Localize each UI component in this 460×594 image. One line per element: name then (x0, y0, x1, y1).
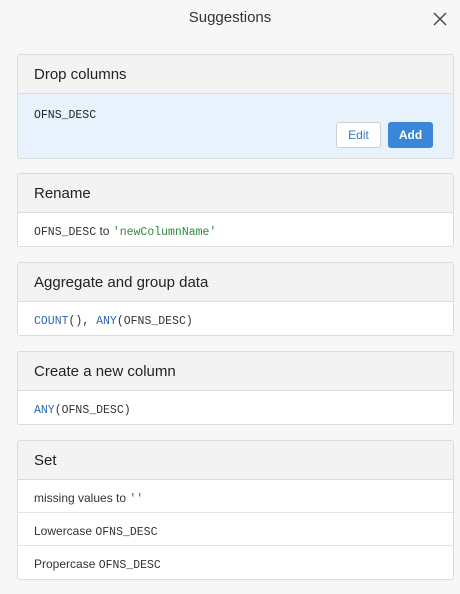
panel-title: Suggestions (188, 9, 272, 26)
panel-header: Suggestions (0, 0, 460, 38)
suggestion-row[interactable]: OFNS_DESC to 'newColumnName' (18, 213, 453, 246)
function-args: (OFNS_DESC) (54, 404, 131, 417)
function-name: ANY (96, 315, 117, 328)
suggestion-row[interactable]: Propercase OFNS_DESC (18, 546, 453, 579)
suggestion-card-set: Set missing values to '' Lowercase OFNS_… (17, 440, 454, 580)
suggestion-row[interactable]: ANY(OFNS_DESC) (18, 391, 453, 424)
suggestion-text: Lowercase (34, 524, 96, 538)
function-name: ANY (34, 404, 55, 417)
function-args: (OFNS_DESC) (116, 315, 193, 328)
selected-suggestion[interactable]: OFNS_DESC Edit Add (18, 94, 453, 158)
function-args: (), (68, 315, 97, 328)
suggestion-card-rename: Rename OFNS_DESC to 'newColumnName' (17, 173, 454, 247)
suggestion-text: missing values to (34, 491, 130, 505)
suggestion-card-create-column: Create a new column ANY(OFNS_DESC) (17, 351, 454, 425)
suggestion-card-aggregate: Aggregate and group data COUNT(), ANY(OF… (17, 262, 454, 336)
edit-button[interactable]: Edit (336, 122, 381, 148)
new-column-name: 'newColumnName' (112, 226, 217, 239)
close-icon[interactable] (432, 11, 448, 27)
card-title: Set (18, 441, 453, 480)
column-name: OFNS_DESC (98, 559, 161, 572)
card-title: Rename (18, 174, 453, 213)
card-title: Aggregate and group data (18, 263, 453, 302)
connector-text: to (96, 224, 113, 238)
suggestion-text: Propercase (34, 557, 99, 571)
suggestion-row[interactable]: Lowercase OFNS_DESC (18, 513, 453, 546)
suggestion-row[interactable]: missing values to '' (18, 480, 453, 513)
column-name: OFNS_DESC (34, 109, 97, 122)
add-button[interactable]: Add (388, 122, 433, 148)
suggestion-row[interactable]: COUNT(), ANY(OFNS_DESC) (18, 302, 453, 335)
suggestion-card-drop-columns: Drop columns OFNS_DESC Edit Add (17, 54, 454, 159)
function-name: COUNT (34, 315, 69, 328)
string-literal: '' (129, 493, 144, 506)
card-title: Create a new column (18, 352, 453, 391)
card-title: Drop columns (18, 55, 453, 94)
column-name: OFNS_DESC (34, 226, 97, 239)
column-name: OFNS_DESC (95, 526, 158, 539)
